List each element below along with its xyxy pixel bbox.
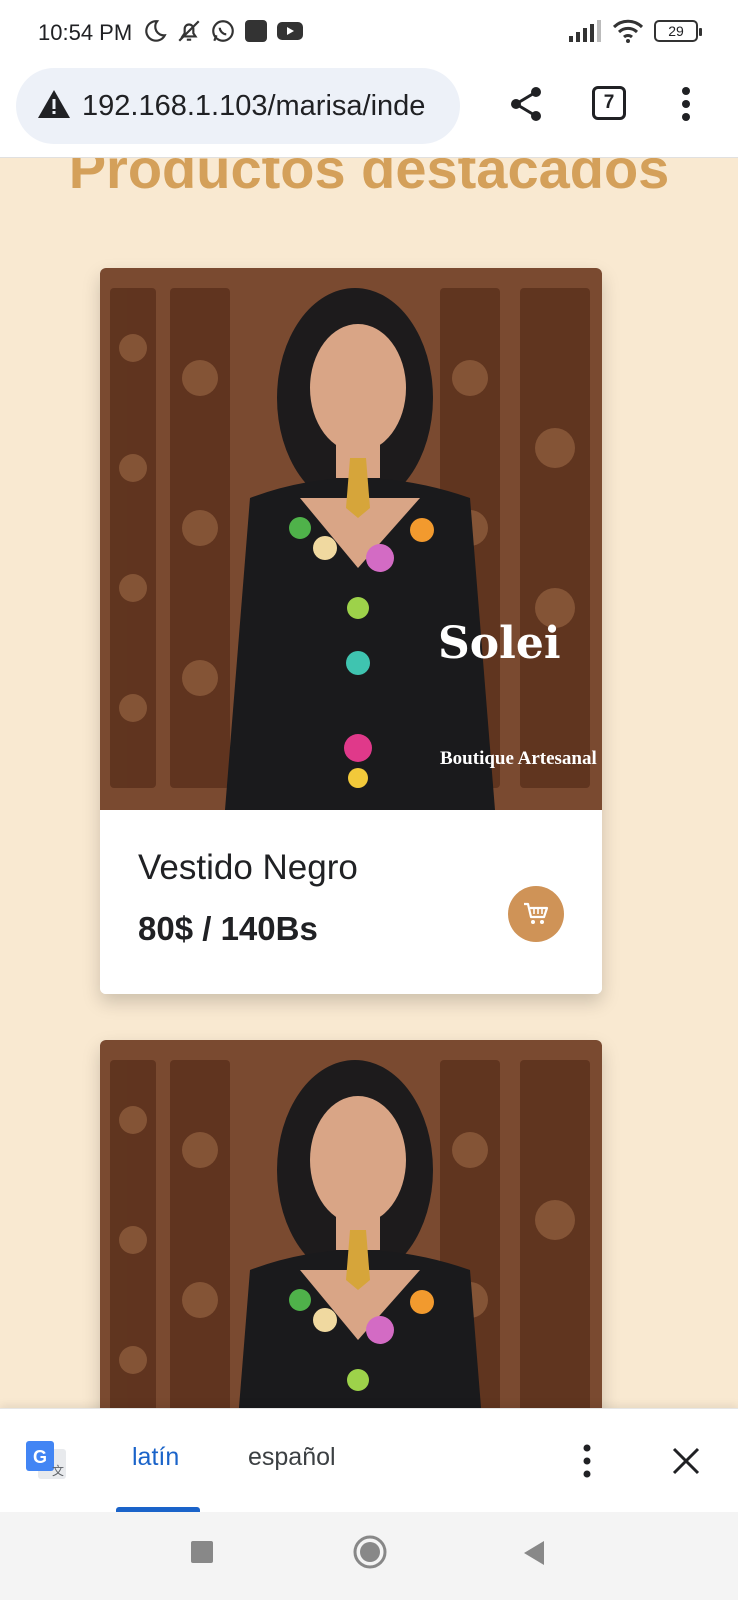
product-card[interactable] [100,1040,602,1408]
bell-off-icon [178,20,200,42]
app-square-icon [245,20,267,42]
url-text[interactable]: 192.168.1.103/marisa/inde [82,90,460,123]
translate-bar: G 文 latín español [0,1408,738,1513]
home-button[interactable] [352,1534,388,1570]
product-price: 80$ / 140Bs [138,910,318,947]
product-image[interactable] [100,1040,602,1408]
tab-target-language[interactable]: español [248,1443,336,1472]
more-vert-icon[interactable] [668,84,704,124]
section-title: Productos destacados [68,158,670,200]
warning-icon[interactable] [36,88,72,120]
svg-text:G: G [33,1447,47,1467]
tab-source-language[interactable]: latín [132,1443,179,1472]
product-photo [100,1040,602,1408]
web-page: Productos destacados Solei Boutique Arte… [0,158,738,1408]
svg-text:文: 文 [52,1463,64,1478]
whatsapp-icon [212,20,234,42]
wifi-icon [612,19,644,43]
close-icon[interactable] [670,1445,702,1477]
watermark-subtitle: Boutique Artesanal [440,748,597,769]
moon-icon [145,20,167,42]
google-translate-icon[interactable]: G 文 [24,1439,68,1483]
system-nav-bar [0,1512,738,1600]
status-bar: 10:54 PM 29 [0,0,738,64]
signal-icon [569,20,601,42]
tabs-icon[interactable]: 7 [592,86,626,120]
product-image[interactable]: Solei Boutique Artesanal [100,268,602,810]
address-bar[interactable]: 192.168.1.103/marisa/inde [16,68,460,144]
recents-button[interactable] [190,1540,214,1564]
browser-toolbar: 192.168.1.103/marisa/inde 7 [0,64,738,158]
watermark-brand: Solei [438,618,561,669]
product-card[interactable]: Solei Boutique Artesanal Vestido Negro 8… [100,268,602,994]
status-time: 10:54 PM [38,20,133,45]
battery-icon: 29 [654,20,702,42]
product-photo [100,268,602,810]
product-info: Vestido Negro 80$ / 140Bs [100,810,602,994]
cart-icon [524,902,549,924]
product-name[interactable]: Vestido Negro [138,848,358,888]
add-to-cart-button[interactable] [508,886,564,942]
back-button[interactable] [522,1540,546,1566]
share-icon[interactable] [506,84,546,124]
status-system-icons: 29 [568,18,702,44]
more-vert-icon[interactable] [572,1441,602,1481]
youtube-icon [277,22,303,40]
status-notification-icons [142,18,304,44]
